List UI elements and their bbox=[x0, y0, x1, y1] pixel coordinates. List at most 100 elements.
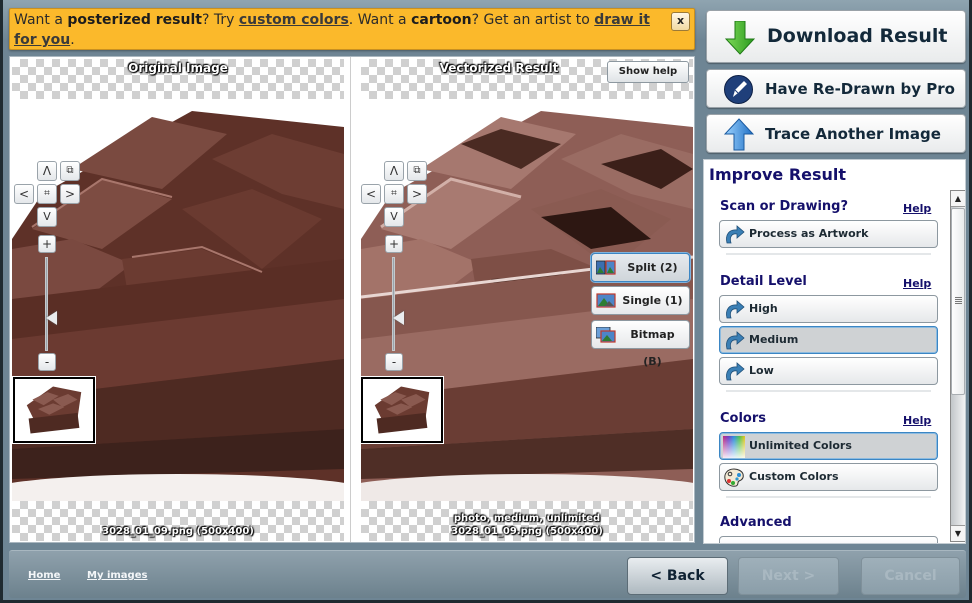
split-view-icon bbox=[596, 260, 616, 275]
scroll-grip-icon bbox=[955, 297, 962, 305]
fit-view-button[interactable]: ⧉ bbox=[407, 161, 427, 181]
scrollbar-thumb[interactable] bbox=[951, 208, 965, 395]
single-view-button[interactable]: Single (1) bbox=[591, 286, 690, 315]
zoom-slider-thumb[interactable] bbox=[393, 311, 404, 326]
advanced-option-button[interactable] bbox=[719, 536, 938, 543]
scroll-up-arrow-icon[interactable]: ▲ bbox=[951, 191, 965, 207]
have-redrawn-label: Have Re-Drawn by Pro bbox=[765, 80, 955, 98]
file-info: 3028_01_09.png (500x400) bbox=[451, 526, 603, 537]
process-as-artwork-button[interactable]: Process as Artwork bbox=[719, 220, 938, 248]
detail-low-button[interactable]: Low bbox=[719, 357, 938, 385]
banner-text: . bbox=[70, 32, 75, 48]
download-arrow-icon bbox=[725, 21, 755, 55]
zoom-slider-thumb[interactable] bbox=[46, 311, 57, 326]
zoom-out-button[interactable]: - bbox=[385, 353, 403, 371]
banner-close-button[interactable]: x bbox=[671, 12, 690, 31]
download-result-label: Download Result bbox=[767, 25, 948, 47]
improve-result-title: Improve Result bbox=[709, 165, 847, 184]
zoom-slider-track[interactable] bbox=[45, 257, 48, 351]
scroll-down-arrow-icon[interactable]: ▼ bbox=[951, 525, 965, 541]
detail-low-label: Low bbox=[749, 364, 774, 377]
center-view-button[interactable]: ⌗ bbox=[384, 184, 404, 204]
section-divider bbox=[726, 390, 931, 392]
section-divider bbox=[726, 253, 931, 255]
redo-arrow-icon bbox=[726, 225, 745, 244]
custom-colors-link[interactable]: custom colors bbox=[239, 12, 349, 28]
bitmap-view-label: Bitmap (B) bbox=[630, 328, 675, 368]
detail-medium-button[interactable]: Medium bbox=[719, 326, 938, 354]
detail-level-heading: Detail Level bbox=[720, 274, 807, 289]
show-help-button[interactable]: Show help bbox=[607, 61, 689, 83]
pan-right-button[interactable]: > bbox=[60, 184, 80, 204]
download-result-button[interactable]: Download Result bbox=[706, 10, 966, 63]
original-image-title: Original Image bbox=[128, 61, 228, 75]
upload-arrow-icon bbox=[724, 118, 754, 151]
banner-text: . Want a bbox=[348, 12, 412, 28]
next-button[interactable]: Next > bbox=[738, 557, 839, 595]
pencil-badge-icon bbox=[724, 75, 753, 104]
split-view-button[interactable]: Split (2) bbox=[591, 253, 690, 282]
custom-colors-label: Custom Colors bbox=[749, 470, 839, 483]
pan-down-button[interactable]: V bbox=[37, 207, 57, 227]
redo-arrow-icon bbox=[726, 300, 745, 319]
home-link[interactable]: Home bbox=[28, 570, 60, 581]
navigator-thumbnail[interactable] bbox=[12, 376, 96, 444]
pane-divider bbox=[350, 57, 351, 542]
trace-another-image-label: Trace Another Image bbox=[765, 125, 941, 143]
image-viewer: Original Image 3028_01_09.png (500x400) … bbox=[9, 56, 695, 543]
custom-colors-button[interactable]: Custom Colors bbox=[719, 463, 938, 491]
bitmap-view-icon bbox=[596, 327, 616, 343]
zoom-in-button[interactable]: + bbox=[38, 235, 56, 253]
single-view-label: Single (1) bbox=[622, 294, 683, 307]
bitmap-view-button[interactable]: Bitmap (B) bbox=[591, 320, 690, 368]
trace-another-image-button[interactable]: Trace Another Image bbox=[706, 114, 966, 153]
unlimited-colors-button[interactable]: Unlimited Colors bbox=[719, 432, 938, 460]
panel-scrollbar[interactable]: ▲ ▼ bbox=[950, 190, 965, 542]
detail-help-link[interactable]: Help bbox=[903, 277, 931, 290]
scan-help-link[interactable]: Help bbox=[903, 202, 931, 215]
have-redrawn-button[interactable]: Have Re-Drawn by Pro bbox=[706, 69, 966, 108]
color-spectrum-icon bbox=[723, 436, 745, 458]
banner-text: Want a bbox=[14, 12, 68, 28]
pan-up-button[interactable]: Λ bbox=[384, 161, 404, 181]
original-image-caption: 3028_01_09.png (500x400) bbox=[12, 525, 344, 538]
zoom-in-button[interactable]: + bbox=[385, 235, 403, 253]
zoom-out-button[interactable]: - bbox=[38, 353, 56, 371]
trace-settings-summary: photo, medium, unlimited bbox=[453, 513, 601, 524]
cancel-button[interactable]: Cancel bbox=[861, 557, 960, 595]
pan-left-button[interactable]: < bbox=[14, 184, 34, 204]
split-view-label: Split (2) bbox=[627, 261, 678, 274]
fit-view-button[interactable]: ⧉ bbox=[60, 161, 80, 181]
scan-or-drawing-heading: Scan or Drawing? bbox=[720, 199, 849, 214]
wizard-footer: Home My images < Back Next > Cancel bbox=[9, 550, 966, 598]
banner-text: ? Try bbox=[201, 12, 239, 28]
unlimited-colors-label: Unlimited Colors bbox=[749, 439, 852, 452]
original-image-pane[interactable]: Original Image 3028_01_09.png (500x400) … bbox=[12, 57, 344, 542]
vectorized-result-caption: photo, medium, unlimited 3028_01_09.png … bbox=[361, 512, 693, 538]
my-images-link[interactable]: My images bbox=[87, 570, 147, 581]
improve-result-panel: Improve Result Scan or Drawing? Help Pro… bbox=[703, 159, 966, 544]
pan-right-button[interactable]: > bbox=[407, 184, 427, 204]
process-as-artwork-label: Process as Artwork bbox=[749, 227, 869, 240]
pan-up-button[interactable]: Λ bbox=[37, 161, 57, 181]
detail-high-button[interactable]: High bbox=[719, 295, 938, 323]
colors-heading: Colors bbox=[720, 411, 767, 426]
detail-high-label: High bbox=[749, 302, 778, 315]
center-view-button[interactable]: ⌗ bbox=[37, 184, 57, 204]
paint-palette-icon bbox=[724, 468, 744, 487]
redo-arrow-icon bbox=[726, 331, 745, 350]
single-view-icon bbox=[596, 293, 616, 308]
section-divider bbox=[726, 496, 931, 498]
banner-bold-posterized: posterized result bbox=[67, 12, 202, 28]
pan-left-button[interactable]: < bbox=[361, 184, 381, 204]
file-info: 3028_01_09.png (500x400) bbox=[102, 526, 254, 537]
pan-down-button[interactable]: V bbox=[384, 207, 404, 227]
zoom-slider-track[interactable] bbox=[392, 257, 395, 351]
advanced-heading: Advanced bbox=[720, 515, 792, 530]
colors-help-link[interactable]: Help bbox=[903, 414, 931, 427]
redo-arrow-icon bbox=[726, 362, 745, 381]
banner-text: ? Get an artist to bbox=[471, 12, 595, 28]
navigator-thumbnail[interactable] bbox=[361, 376, 444, 444]
back-button[interactable]: < Back bbox=[627, 557, 728, 595]
banner-bold-cartoon: cartoon bbox=[411, 12, 472, 28]
